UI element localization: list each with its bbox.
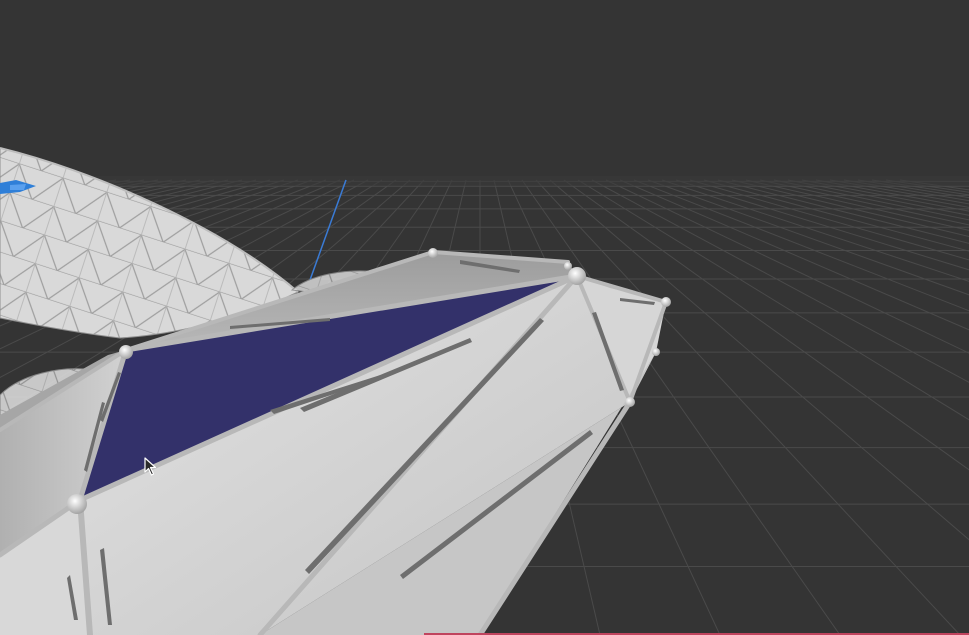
vertex xyxy=(67,494,87,514)
vertex xyxy=(564,262,572,270)
vertex xyxy=(568,267,586,285)
vertex xyxy=(652,348,660,356)
vertex xyxy=(661,297,671,307)
viewport-canvas[interactable] xyxy=(0,0,969,635)
horizon-band xyxy=(0,176,969,186)
vertex xyxy=(428,248,438,258)
vertex xyxy=(119,345,133,359)
3d-viewport[interactable] xyxy=(0,0,969,635)
vertex xyxy=(625,397,635,407)
